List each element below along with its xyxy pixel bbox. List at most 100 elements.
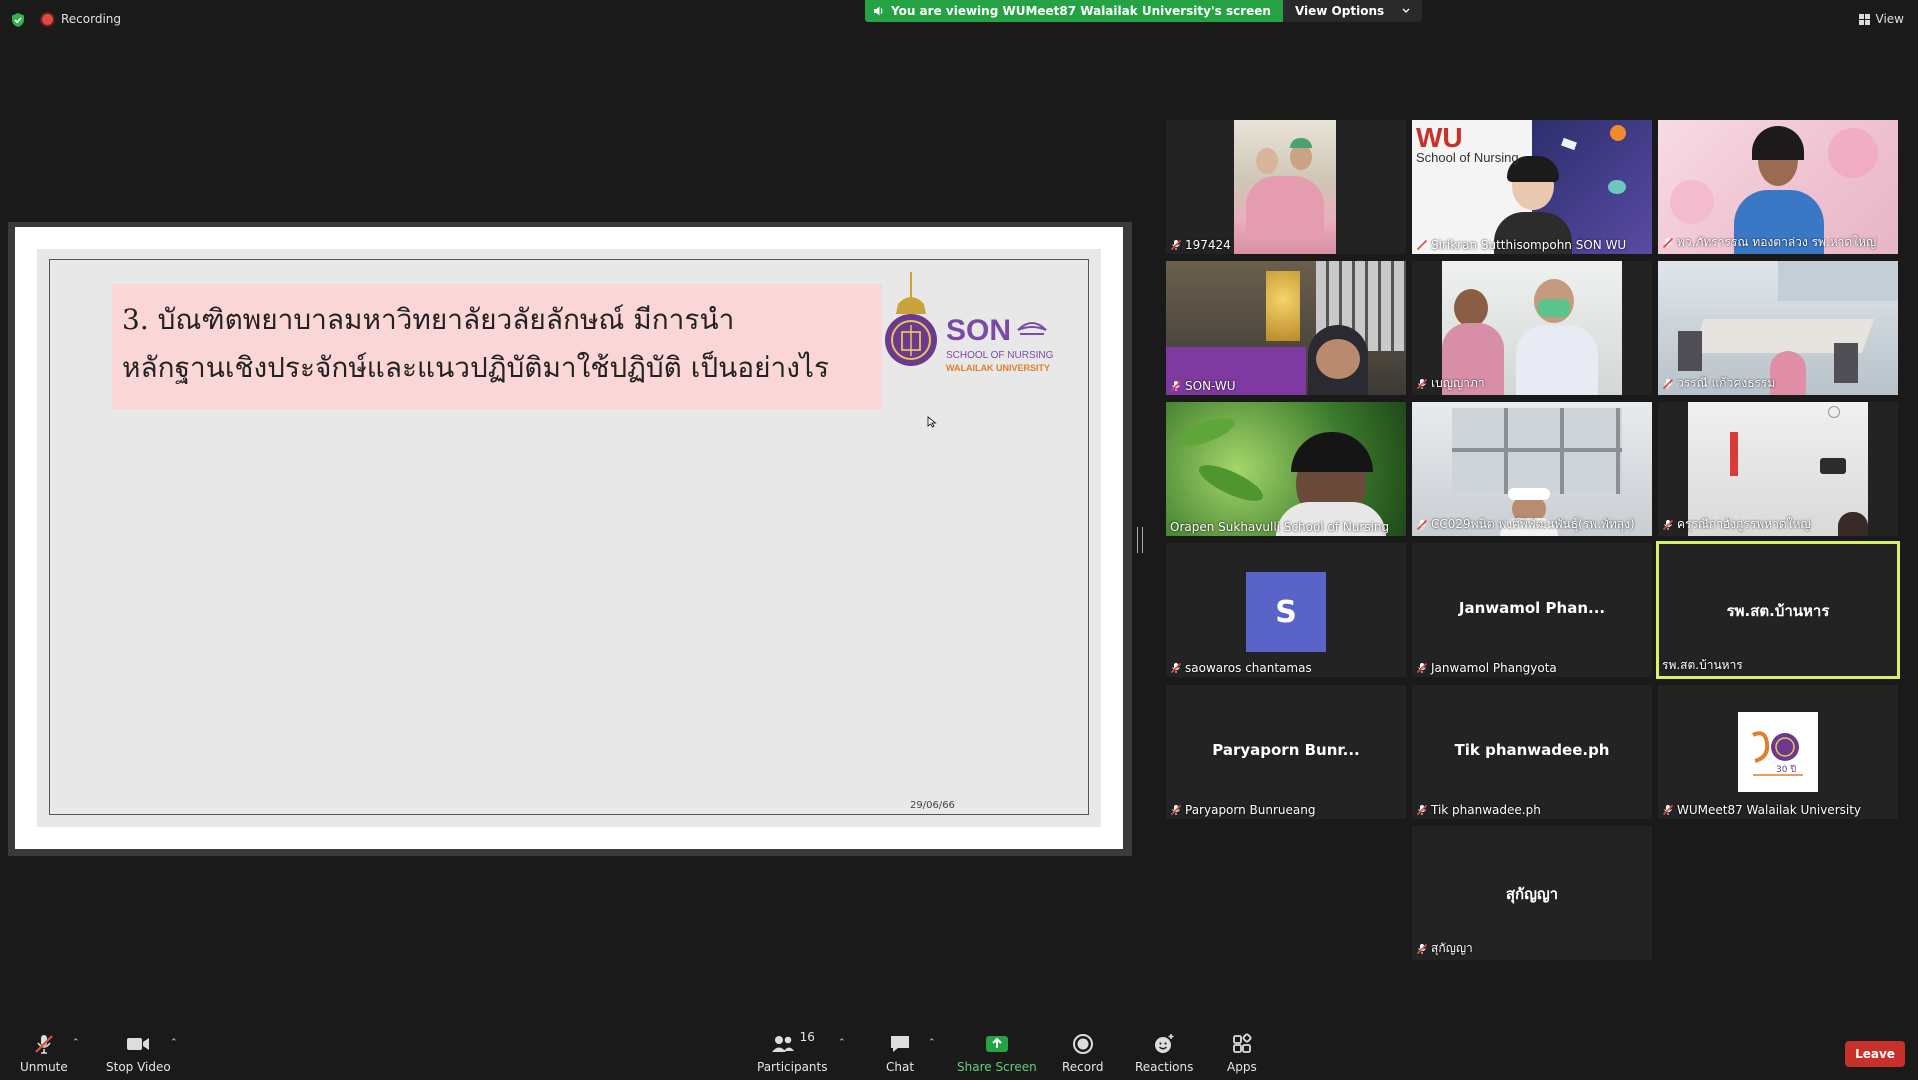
mic-muted-icon xyxy=(1416,662,1428,674)
participants-button[interactable]: 16 Participants xyxy=(757,1030,828,1074)
participant-tile[interactable]: Janwamol Phan... Janwamol Phangyota xyxy=(1412,543,1652,677)
participant-center-name: Janwamol Phan... xyxy=(1458,599,1606,617)
shared-screen[interactable]: 3. บัณฑิตพยาบาลมหาวิทยาลัยวลัยลักษณ์ มีก… xyxy=(8,222,1132,856)
mic-muted-icon xyxy=(1416,378,1428,389)
participant-name: Paryaporn Bunrueang xyxy=(1170,803,1315,817)
participant-tile[interactable]: WU School of Nursing Sirikran Sutthisomp… xyxy=(1412,120,1652,254)
participant-tile[interactable]: สุกัญญา สุกัญญา xyxy=(1412,826,1652,960)
reactions-label: Reactions xyxy=(1135,1060,1194,1074)
participant-name-text: Sirikran Sutthisompohn SON WU xyxy=(1431,238,1627,252)
mic-muted-icon xyxy=(1662,519,1674,530)
reactions-button[interactable]: Reactions xyxy=(1135,1032,1193,1074)
slide-title-line-2: หลักฐานเชิงประจักษ์และแนวปฏิบัติมาใช้ปฏิ… xyxy=(122,351,829,384)
share-screen-icon xyxy=(985,1036,1008,1052)
chat-button[interactable]: Chat xyxy=(886,1032,914,1074)
participant-name-text: ครุรณีกาอังกูรรพหาดใหญ่ xyxy=(1677,517,1811,531)
participant-name-text: สุกัญญา xyxy=(1431,941,1473,955)
record-button[interactable]: Record xyxy=(1062,1032,1103,1074)
participant-tile[interactable]: S saowaros chantamas xyxy=(1166,543,1406,677)
wu-overlay-sub: School of Nursing xyxy=(1416,150,1519,165)
participant-tile[interactable]: Paryaporn Bunr... Paryaporn Bunrueang xyxy=(1166,685,1406,819)
viewing-text: You are viewing WUMeet87 Walailak Univer… xyxy=(891,4,1271,18)
participant-name-text: พว.ภัทรารรณ ทองตาล่วง รพ.หาดใหญ่ xyxy=(1677,235,1877,249)
participants-options-caret-icon[interactable]: ⌃ xyxy=(838,1038,846,1048)
participant-video: WU School of Nursing xyxy=(1412,120,1652,254)
participant-name: พว.ภัทรารรณ ทองตาล่วง รพ.หาดใหญ่ xyxy=(1662,233,1876,252)
chat-bubble-icon xyxy=(891,1036,910,1052)
slide-date: 29/06/66 xyxy=(910,800,955,811)
participant-name-text: saowaros chantamas xyxy=(1185,661,1312,675)
participant-name-text: CC029พนิต พงศ์พิพัฒนพันธุ์(รพ.พัทลุง) xyxy=(1431,517,1635,531)
slide-title: 3. บัณฑิตพยาบาลมหาวิทยาลัยวลัยลักษณ์ มีก… xyxy=(112,284,882,409)
video-camera-icon xyxy=(127,1038,150,1050)
logo-sub-text-2: WALAILAK UNIVERSITY xyxy=(946,363,1051,373)
participant-video xyxy=(1166,402,1406,536)
participant-name-text: Tik phanwadee.ph xyxy=(1431,803,1541,817)
recording-dot-icon xyxy=(42,13,53,25)
participant-name: CC029พนิต พงศ์พิพัฒนพันธุ์(รพ.พัทลุง) xyxy=(1416,515,1635,534)
chevron-down-icon xyxy=(1402,8,1410,13)
participant-tile[interactable]: พว.ภัทรารรณ ทองตาล่วง รพ.หาดใหญ่ xyxy=(1658,120,1898,254)
participant-tile[interactable]: 30 ปี WUMeet87 Walailak University xyxy=(1658,685,1898,819)
participant-name: Sirikran Sutthisompohn SON WU xyxy=(1416,238,1626,252)
mic-muted-icon xyxy=(1416,943,1428,954)
share-screen-button[interactable]: Share Screen xyxy=(957,1032,1037,1074)
participant-tile[interactable]: วรรณี แก้วคงธรรม xyxy=(1658,261,1898,395)
participants-count: 16 xyxy=(799,1030,815,1044)
participant-name: สุกัญญา xyxy=(1416,939,1473,958)
speaker-icon xyxy=(874,6,883,16)
participant-center-name: Tik phanwadee.ph xyxy=(1454,741,1610,759)
anniversary-logo-text: 30 ปี xyxy=(1776,765,1797,775)
unmute-button[interactable]: Unmute xyxy=(20,1032,68,1074)
participant-tile[interactable]: SON-WU xyxy=(1166,261,1406,395)
view-options-button[interactable]: View Options xyxy=(1282,0,1423,22)
unmute-label: Unmute xyxy=(20,1060,68,1074)
participant-tile[interactable]: 197424 xyxy=(1166,120,1406,254)
record-icon xyxy=(1072,1034,1093,1054)
leave-button[interactable]: Leave xyxy=(1845,1041,1905,1067)
video-options-caret-icon[interactable]: ⌃ xyxy=(170,1038,178,1048)
participant-video xyxy=(1234,120,1336,254)
stop-video-label: Stop Video xyxy=(106,1060,171,1074)
participant-name: เบญญาภา xyxy=(1416,374,1485,393)
participant-name-text: Paryaporn Bunrueang xyxy=(1185,803,1316,817)
view-options-label: View Options xyxy=(1294,4,1385,18)
mic-muted-icon xyxy=(1416,239,1428,251)
participant-center-name: สุกัญญา xyxy=(1505,885,1559,903)
audio-options-caret-icon[interactable]: ⌃ xyxy=(72,1038,80,1048)
recording-indicator[interactable]: Recording xyxy=(42,12,121,26)
meeting-top-bar: Recording You are viewing WUMeet87 Walai… xyxy=(0,0,1918,40)
participant-tile[interactable]: Tik phanwadee.ph Tik phanwadee.ph xyxy=(1412,685,1652,819)
participant-tile[interactable]: เบญญาภา xyxy=(1412,261,1652,395)
participant-name: saowaros chantamas xyxy=(1170,661,1312,675)
mic-muted-icon xyxy=(1170,804,1182,816)
mic-muted-icon xyxy=(1170,662,1182,674)
gallery-grid-icon xyxy=(1858,13,1870,25)
son-logo: SON SCHOOL OF NURSING WALAILAK UNIVERSIT… xyxy=(880,270,1060,380)
participant-tile[interactable]: Orapen Sukhavulli School of Nursing xyxy=(1166,402,1406,536)
mic-muted-icon xyxy=(35,1035,53,1054)
stop-video-button[interactable]: Stop Video xyxy=(106,1032,171,1074)
security-shield-icon[interactable] xyxy=(10,12,26,28)
participant-name-text: วรรณี แก้วคงธรรม xyxy=(1677,376,1776,390)
split-divider-handle[interactable] xyxy=(1137,527,1143,553)
participant-name: รพ.สต.บ้านหาร xyxy=(1662,656,1743,675)
university-crest-icon xyxy=(885,272,937,366)
logo-sub-text-1: SCHOOL OF NURSING xyxy=(946,350,1054,361)
record-label: Record xyxy=(1062,1060,1104,1074)
view-button[interactable]: View xyxy=(1858,12,1904,26)
share-screen-label: Share Screen xyxy=(957,1060,1037,1074)
smiley-plus-icon xyxy=(1155,1034,1174,1053)
active-speaker-tile[interactable]: รพ.สต.บ้านหาร รพ.สต.บ้านหาร xyxy=(1656,541,1900,679)
participant-logo-avatar: 30 ปี xyxy=(1738,712,1818,792)
mic-muted-icon xyxy=(1662,804,1674,816)
participant-tile[interactable]: ครุรณีกาอังกูรรพหาดใหญ่ xyxy=(1658,402,1898,536)
participant-name-text: 197424 xyxy=(1185,238,1231,252)
participants-label: Participants xyxy=(757,1060,828,1074)
participant-tile[interactable]: CC029พนิต พงศ์พิพัฒนพันธุ์(รพ.พัทลุง) xyxy=(1412,402,1652,536)
chat-options-caret-icon[interactable]: ⌃ xyxy=(928,1038,936,1048)
participants-icon xyxy=(771,1036,794,1052)
apps-icon xyxy=(1232,1033,1252,1053)
mic-muted-icon xyxy=(1170,380,1182,392)
apps-button[interactable]: Apps xyxy=(1227,1032,1257,1074)
